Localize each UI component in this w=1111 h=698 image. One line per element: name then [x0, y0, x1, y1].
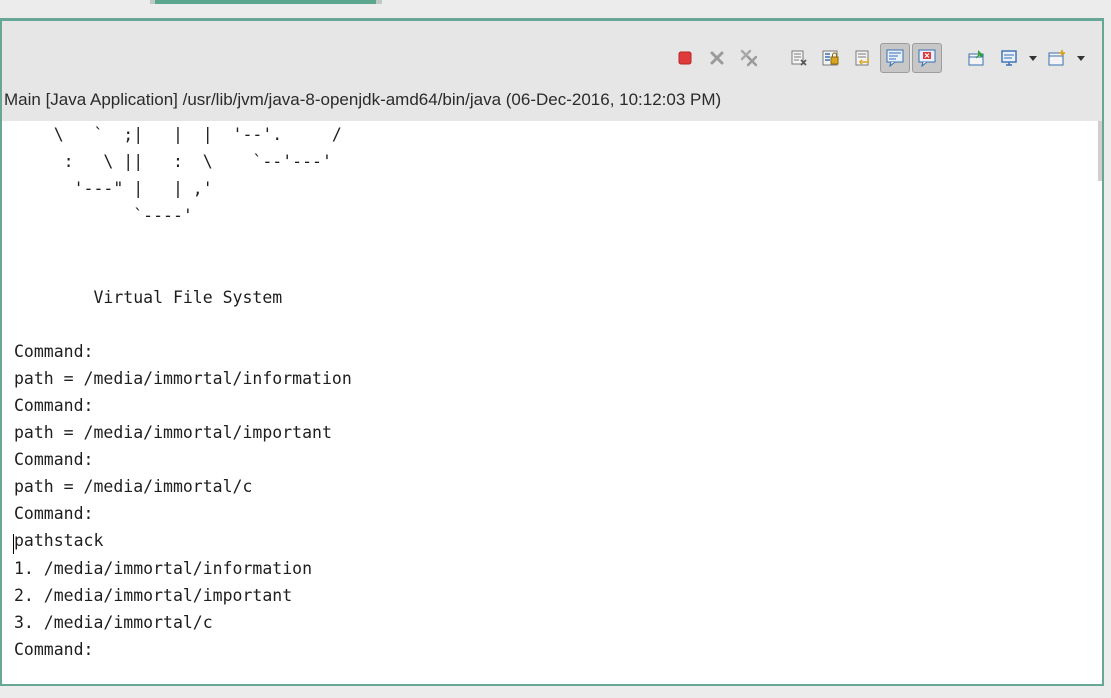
open-console-icon: [1048, 50, 1065, 66]
clear-console-icon: [791, 50, 807, 66]
pin-console-icon: [968, 50, 984, 66]
word-wrap-button[interactable]: [848, 43, 878, 73]
console-toolbar: [670, 41, 1102, 75]
open-console-button[interactable]: [1042, 43, 1072, 73]
chevron-down-icon: [1077, 56, 1085, 61]
clear-console-button[interactable]: [784, 43, 814, 73]
tab-edge-right: [376, 0, 382, 4]
show-console-on-stdout-button[interactable]: [880, 43, 910, 73]
bottom-strip: [0, 686, 1111, 698]
active-tab-indicator[interactable]: [155, 0, 377, 4]
remove-all-terminated-icon: [740, 49, 758, 67]
remove-all-terminated-button[interactable]: [734, 43, 764, 73]
scroll-lock-button[interactable]: [816, 43, 846, 73]
stderr-icon: [918, 49, 936, 67]
show-console-on-stderr-button[interactable]: [912, 43, 942, 73]
terminate-button[interactable]: [670, 43, 700, 73]
console-view: Main [Java Application] /usr/lib/jvm/jav…: [0, 18, 1104, 686]
console-output[interactable]: \ ` ;| | | '--'. / : \ || : \ `--'---' '…: [14, 121, 1102, 684]
word-wrap-icon: [855, 50, 869, 66]
display-console-icon: [1001, 50, 1017, 66]
open-console-dropdown[interactable]: [1074, 43, 1088, 73]
text-caret: [13, 534, 14, 554]
display-console-dropdown[interactable]: [1026, 43, 1040, 73]
remove-launch-icon: [710, 51, 724, 65]
chevron-down-icon: [1029, 56, 1037, 61]
stdout-icon: [886, 49, 904, 67]
pin-console-button[interactable]: [962, 43, 992, 73]
remove-launch-button[interactable]: [702, 43, 732, 73]
console-toolbar-area: Main [Java Application] /usr/lib/jvm/jav…: [2, 21, 1102, 121]
vertical-scrollbar[interactable]: [1098, 121, 1102, 181]
right-strip: [1104, 18, 1111, 686]
process-label: Main [Java Application] /usr/lib/jvm/jav…: [4, 90, 722, 109]
display-selected-console-button[interactable]: [994, 43, 1024, 73]
terminate-icon: [678, 51, 692, 65]
scroll-lock-icon: [822, 50, 839, 66]
